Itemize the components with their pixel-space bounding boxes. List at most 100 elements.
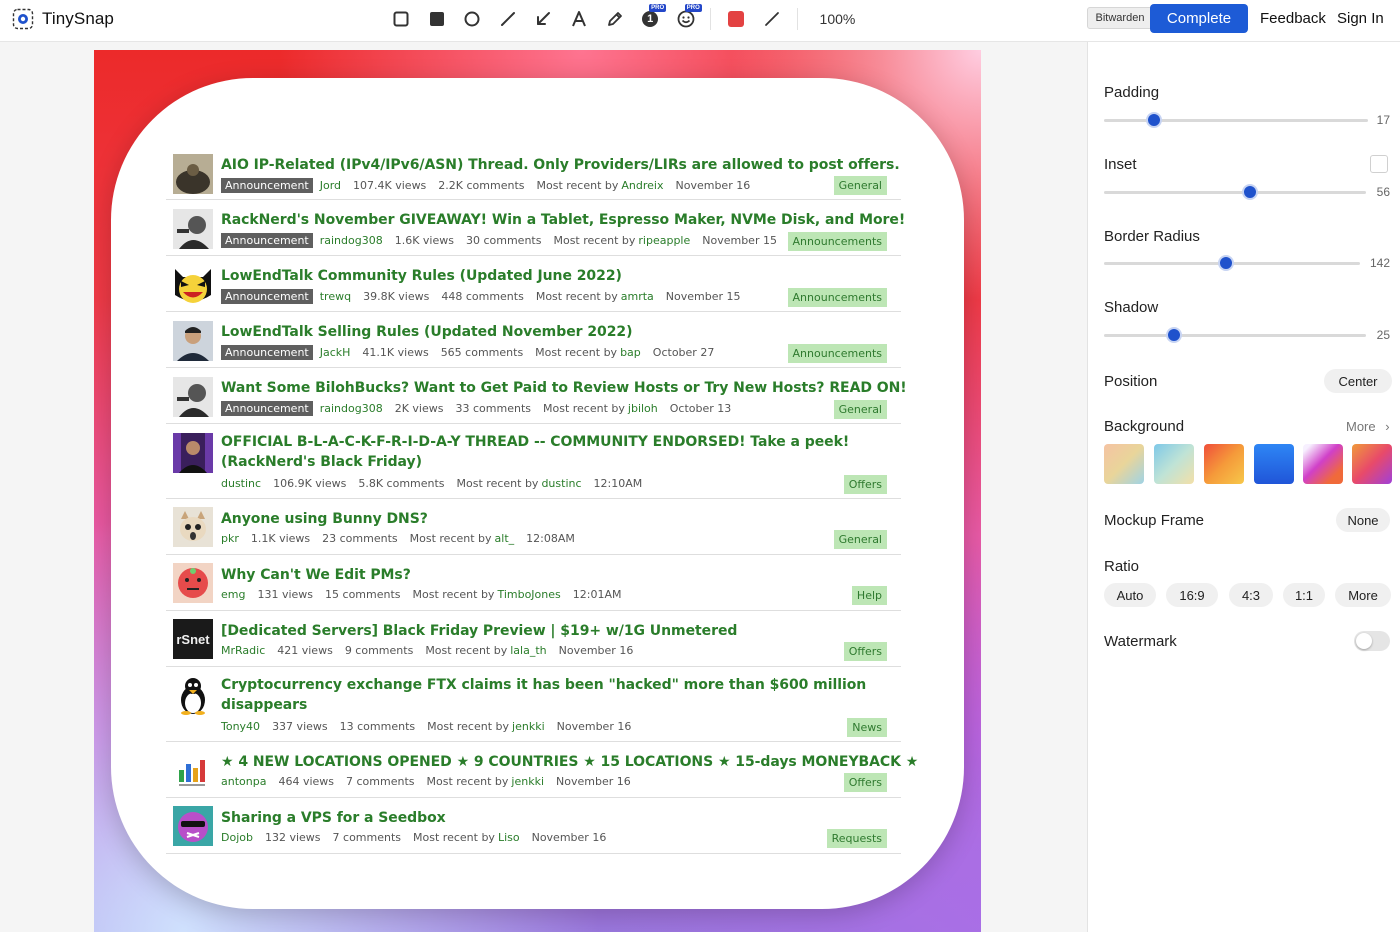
background-swatch-5[interactable] xyxy=(1303,444,1343,484)
padding-slider[interactable] xyxy=(1104,112,1368,128)
thread-row[interactable]: RackNerd's November GIVEAWAY! Win a Tabl… xyxy=(166,200,905,256)
most-recent-user[interactable]: alt_ xyxy=(495,532,515,545)
thread-author[interactable]: antonpa xyxy=(221,775,266,788)
background-swatch-6[interactable] xyxy=(1352,444,1392,484)
category-badge[interactable]: General xyxy=(833,400,887,419)
text-tool[interactable] xyxy=(566,6,592,32)
zoom-level[interactable]: 100% xyxy=(820,11,856,27)
category-badge[interactable]: Offers xyxy=(843,773,887,792)
background-swatch-1[interactable] xyxy=(1104,444,1144,484)
rectangle-outline-tool[interactable] xyxy=(388,6,414,32)
thread-title[interactable]: Anyone using Bunny DNS? xyxy=(221,511,428,527)
most-recent-user[interactable]: TimboJones xyxy=(497,588,560,601)
thread-author[interactable]: raindog308 xyxy=(320,234,383,247)
ratio-option-16-9[interactable]: 16:9 xyxy=(1166,583,1218,607)
category-badge[interactable]: Announcements xyxy=(787,232,887,251)
thread-author[interactable]: dustinc xyxy=(221,477,261,490)
inset-checkbox[interactable] xyxy=(1370,155,1388,173)
pen-tool[interactable] xyxy=(602,6,628,32)
inset-slider[interactable] xyxy=(1104,184,1366,200)
emoji-tool[interactable]: PRO xyxy=(673,4,702,32)
most-recent-user[interactable]: Andreix xyxy=(621,179,663,192)
thread-title[interactable]: RackNerd's November GIVEAWAY! Win a Tabl… xyxy=(221,212,905,228)
category-badge[interactable]: General xyxy=(833,176,887,195)
thread-row[interactable]: rSnet [Dedicated Servers] Black Friday P… xyxy=(166,611,901,667)
ratio-option-4-3[interactable]: 4:3 xyxy=(1229,583,1273,607)
border-radius-slider-thumb[interactable] xyxy=(1217,255,1234,271)
thread-row[interactable]: LowEndTalk Selling Rules (Updated Novemb… xyxy=(166,312,901,368)
thread-row[interactable]: AIO IP-Related (IPv4/IPv6/ASN) Thread. O… xyxy=(166,144,901,200)
ratio-option-1-1[interactable]: 1:1 xyxy=(1283,583,1325,607)
most-recent-user[interactable]: amrta xyxy=(621,290,654,303)
mockup-frame-select[interactable]: None xyxy=(1336,508,1390,532)
ratio-option-auto[interactable]: Auto xyxy=(1104,583,1156,607)
background-swatch-3[interactable] xyxy=(1204,444,1244,484)
thread-row[interactable]: Cryptocurrency exchange FTX claims it ha… xyxy=(166,667,901,742)
complete-button[interactable]: Complete xyxy=(1150,4,1248,33)
thread-author[interactable]: MrRadic xyxy=(221,644,265,657)
thread-author[interactable]: Dojob xyxy=(221,831,253,844)
thread-author[interactable]: pkr xyxy=(221,532,239,545)
most-recent-user[interactable]: jenkki xyxy=(511,775,544,788)
most-recent-user[interactable]: jenkki xyxy=(512,720,545,733)
thread-author[interactable]: emg xyxy=(221,588,245,601)
shadow-slider-thumb[interactable] xyxy=(1165,327,1182,343)
thread-author[interactable]: trewq xyxy=(320,290,351,303)
thread-title[interactable]: Cryptocurrency exchange FTX claims it ha… xyxy=(221,676,881,715)
category-badge[interactable]: General xyxy=(833,530,887,549)
padding-slider-thumb[interactable] xyxy=(1146,112,1163,128)
thread-author[interactable]: Tony40 xyxy=(221,720,260,733)
most-recent-user[interactable]: lala_th xyxy=(510,644,546,657)
most-recent-user[interactable]: dustinc xyxy=(541,477,581,490)
thread-row[interactable]: LowEndTalk Community Rules (Updated June… xyxy=(166,256,901,312)
category-badge[interactable]: Help xyxy=(851,586,887,605)
thread-title[interactable]: Want Some BilohBucks? Want to Get Paid t… xyxy=(221,380,907,396)
thread-author[interactable]: Jord xyxy=(320,179,341,192)
category-badge[interactable]: Announcements xyxy=(787,288,887,307)
ratio-option-more[interactable]: More xyxy=(1335,583,1391,607)
thread-row[interactable]: Anyone using Bunny DNS? pkr 1.1K views 2… xyxy=(166,499,901,555)
category-badge[interactable]: Offers xyxy=(843,642,887,661)
arrow-tool[interactable] xyxy=(530,6,556,32)
inset-slider-thumb[interactable] xyxy=(1241,184,1258,200)
thread-row[interactable]: Want Some BilohBucks? Want to Get Paid t… xyxy=(166,368,907,424)
thread-title[interactable]: OFFICIAL B-L-A-C-K-F-R-I-D-A-Y THREAD --… xyxy=(221,433,881,472)
most-recent-user[interactable]: bap xyxy=(620,346,641,359)
sign-in-link[interactable]: Sign In xyxy=(1337,10,1384,27)
thread-row[interactable]: OFFICIAL B-L-A-C-K-F-R-I-D-A-Y THREAD --… xyxy=(166,424,901,499)
watermark-toggle[interactable] xyxy=(1354,631,1390,651)
thread-row[interactable]: Sharing a VPS for a Seedbox Dojob 132 vi… xyxy=(166,798,901,854)
color-picker[interactable] xyxy=(723,6,749,32)
category-badge[interactable]: Requests xyxy=(826,829,887,848)
feedback-link[interactable]: Feedback xyxy=(1260,10,1326,27)
thread-title[interactable]: Sharing a VPS for a Seedbox xyxy=(221,810,446,826)
step-number-tool[interactable]: 1 PRO xyxy=(637,4,667,32)
circle-tool[interactable] xyxy=(459,6,485,32)
category-badge[interactable]: News xyxy=(847,718,887,737)
brand[interactable]: TinySnap xyxy=(12,8,114,30)
background-swatch-2[interactable] xyxy=(1154,444,1194,484)
most-recent-user[interactable]: jbiloh xyxy=(628,402,658,415)
border-radius-slider[interactable] xyxy=(1104,255,1360,271)
stroke-width-picker[interactable] xyxy=(759,6,785,32)
thread-title[interactable]: [Dedicated Servers] Black Friday Preview… xyxy=(221,623,737,639)
category-badge[interactable]: Announcements xyxy=(787,344,887,363)
thread-row[interactable]: Why Can't We Edit PMs? emg 131 views 15 … xyxy=(166,555,901,611)
thread-author[interactable]: JackH xyxy=(320,346,351,359)
rectangle-filled-tool[interactable] xyxy=(424,6,450,32)
thread-title[interactable]: LowEndTalk Selling Rules (Updated Novemb… xyxy=(221,324,632,340)
thread-row[interactable]: ★ 4 NEW LOCATIONS OPENED ★ 9 COUNTRIES ★… xyxy=(166,742,918,798)
position-select[interactable]: Center xyxy=(1324,369,1392,393)
most-recent-user[interactable]: ripeapple xyxy=(638,234,690,247)
thread-title[interactable]: LowEndTalk Community Rules (Updated June… xyxy=(221,268,622,284)
most-recent-user[interactable]: Liso xyxy=(498,831,520,844)
thread-title[interactable]: AIO IP-Related (IPv4/IPv6/ASN) Thread. O… xyxy=(221,157,900,173)
category-badge[interactable]: Offers xyxy=(843,475,887,494)
line-tool[interactable] xyxy=(495,6,521,32)
shadow-slider[interactable] xyxy=(1104,327,1366,343)
thread-title[interactable]: Why Can't We Edit PMs? xyxy=(221,567,411,583)
background-swatch-4[interactable] xyxy=(1254,444,1294,484)
background-more-link[interactable]: More › xyxy=(1346,419,1390,434)
screenshot-frame[interactable]: AIO IP-Related (IPv4/IPv6/ASN) Thread. O… xyxy=(94,50,981,932)
thread-title[interactable]: ★ 4 NEW LOCATIONS OPENED ★ 9 COUNTRIES ★… xyxy=(221,754,918,770)
